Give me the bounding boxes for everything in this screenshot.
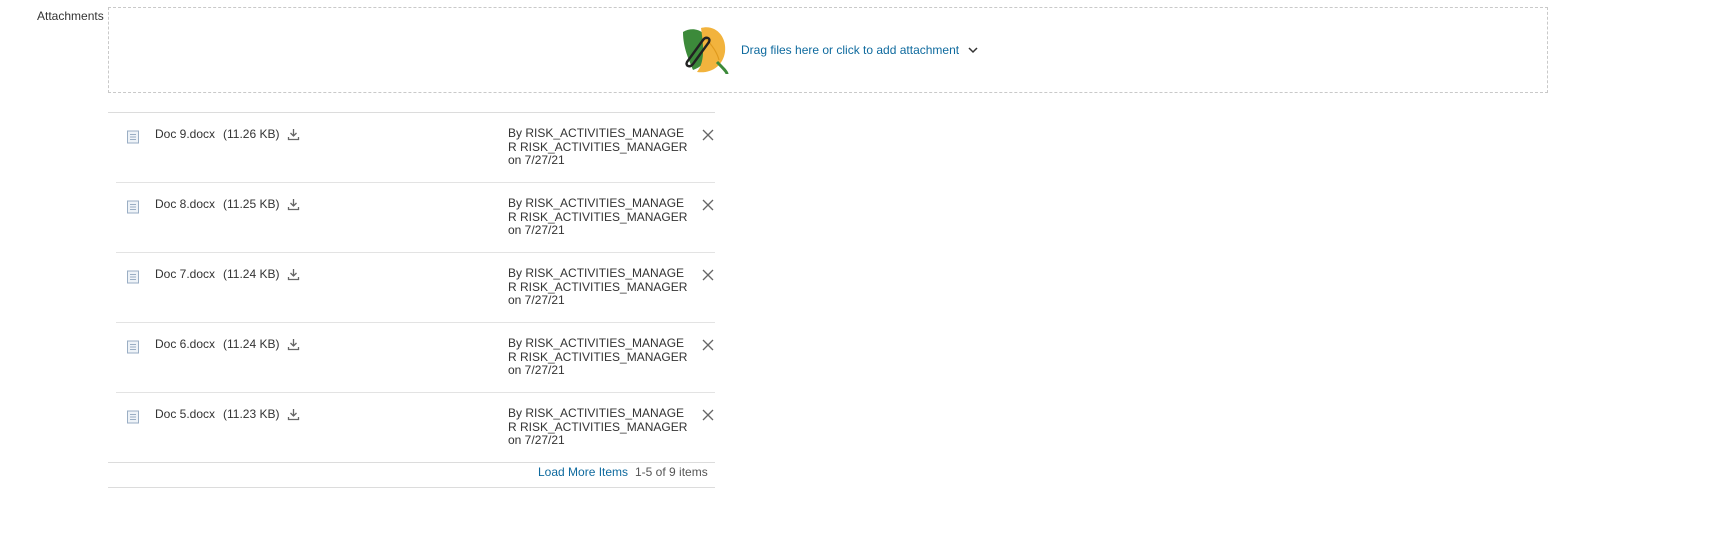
document-icon (127, 410, 139, 424)
download-icon[interactable] (287, 338, 300, 351)
attachment-row: Doc 8.docx (11.25 KB) By RISK_ACTIVITIES… (116, 183, 715, 253)
attachment-footer: Load More Items 1-5 of 9 items (108, 458, 715, 488)
document-icon (127, 340, 139, 354)
uploaded-by: By RISK_ACTIVITIES_MANAGER RISK_ACTIVITI… (508, 126, 688, 168)
close-icon[interactable] (701, 128, 715, 142)
document-icon (127, 200, 139, 214)
attachment-list: Doc 9.docx (11.26 KB) By RISK_ACTIVITIES… (108, 112, 715, 463)
file-size: (11.24 KB) (223, 267, 280, 281)
file-name[interactable]: Doc 7.docx (155, 267, 215, 281)
download-icon[interactable] (287, 268, 300, 281)
close-icon[interactable] (701, 198, 715, 212)
close-icon[interactable] (701, 408, 715, 422)
file-name[interactable]: Doc 5.docx (155, 407, 215, 421)
attachments-label: Attachments (37, 9, 104, 23)
file-name[interactable]: Doc 6.docx (155, 337, 215, 351)
uploaded-by: By RISK_ACTIVITIES_MANAGER RISK_ACTIVITI… (508, 266, 688, 308)
file-name[interactable]: Doc 9.docx (155, 127, 215, 141)
download-icon[interactable] (287, 198, 300, 211)
uploaded-by: By RISK_ACTIVITIES_MANAGER RISK_ACTIVITI… (508, 406, 688, 448)
uploaded-by: By RISK_ACTIVITIES_MANAGER RISK_ACTIVITI… (508, 336, 688, 378)
close-icon[interactable] (701, 338, 715, 352)
document-icon (127, 130, 139, 144)
attachment-dropzone[interactable]: Drag files here or click to add attachme… (108, 7, 1548, 93)
uploaded-by: By RISK_ACTIVITIES_MANAGER RISK_ACTIVITI… (508, 196, 688, 238)
load-more-link[interactable]: Load More Items (538, 465, 628, 479)
close-icon[interactable] (701, 268, 715, 282)
file-size: (11.23 KB) (223, 407, 280, 421)
file-size: (11.25 KB) (223, 197, 280, 211)
dropzone-content[interactable]: Drag files here or click to add attachme… (679, 24, 979, 76)
download-icon[interactable] (287, 128, 300, 141)
file-size: (11.24 KB) (223, 337, 280, 351)
file-name[interactable]: Doc 8.docx (155, 197, 215, 211)
attachment-row: Doc 6.docx (11.24 KB) By RISK_ACTIVITIES… (116, 323, 715, 393)
chevron-down-icon[interactable] (967, 44, 979, 56)
file-size: (11.26 KB) (223, 127, 280, 141)
document-icon (127, 270, 139, 284)
download-icon[interactable] (287, 408, 300, 421)
dropzone-text[interactable]: Drag files here or click to add attachme… (741, 43, 959, 57)
attachment-row: Doc 7.docx (11.24 KB) By RISK_ACTIVITIES… (116, 253, 715, 323)
paperclip-leaf-icon (683, 27, 729, 75)
attachment-row: Doc 9.docx (11.26 KB) By RISK_ACTIVITIES… (116, 113, 715, 183)
attachment-row: Doc 5.docx (11.23 KB) By RISK_ACTIVITIES… (108, 393, 715, 463)
item-count: 1-5 of 9 items (635, 465, 708, 479)
